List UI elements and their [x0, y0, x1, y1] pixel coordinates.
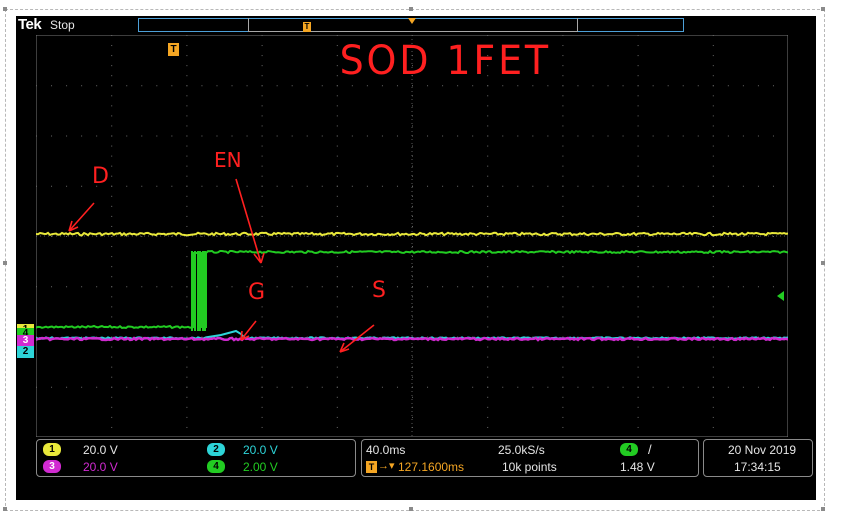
resize-handle-bottom-right[interactable]	[821, 507, 825, 511]
timebase-readout[interactable]: 40.0ms 25.0kS/s 4 / T →▾ 127.1600ms 10k …	[361, 439, 699, 477]
date-time-readout[interactable]: 20 Nov 2019 17:34:15	[703, 439, 813, 477]
channel-2-marker[interactable]: 2	[17, 346, 34, 358]
channel-2-badge: 2	[207, 443, 225, 456]
resize-handle-left[interactable]	[3, 261, 7, 265]
brand-logo: Tek	[18, 16, 42, 33]
resize-handle-bottom[interactable]	[409, 507, 413, 511]
trigger-position-marker[interactable]: T	[168, 43, 179, 56]
annotation-d: D	[92, 164, 109, 189]
resize-handle-bottom-left[interactable]	[3, 507, 7, 511]
trigger-delay-icon: T	[366, 461, 377, 473]
arrow-g	[240, 320, 257, 341]
annotation-s: S	[372, 278, 386, 303]
record-trigger-marker: T	[303, 22, 311, 32]
oscilloscope-screen: Tek Stop T T 4 3 2 SOD 1FET EN D G S 1 2…	[16, 16, 816, 500]
resize-handle-top-right[interactable]	[821, 7, 825, 11]
time-per-division: 40.0ms	[366, 443, 406, 457]
time: 17:34:15	[734, 460, 781, 474]
trigger-delay-arrow-icon: →▾	[378, 460, 395, 472]
trigger-level: 1.48 V	[620, 460, 655, 474]
acquisition-state: Stop	[50, 18, 75, 32]
channel-scale-readout[interactable]: 1 20.0 V 2 20.0 V 3 20.0 V 4 2.00 V	[36, 439, 356, 477]
trigger-source-badge: 4	[620, 443, 638, 456]
trigger-slope-icon: /	[648, 442, 652, 457]
resize-handle-right[interactable]	[821, 261, 825, 265]
channel-2-scale: 20.0 V	[243, 443, 278, 457]
channel-1-waveform	[36, 231, 788, 237]
trigger-delay: 127.1600ms	[398, 460, 465, 474]
channel-3-badge: 3	[43, 460, 61, 473]
status-bar: Tek Stop T	[16, 16, 816, 34]
readout-bar: 1 20.0 V 2 20.0 V 3 20.0 V 4 2.00 V 40.0…	[16, 437, 816, 480]
annotation-arrows	[68, 178, 375, 353]
channel-4-scale: 2.00 V	[243, 460, 278, 474]
annotation-en: EN	[214, 148, 242, 172]
annotation-title: SOD 1FET	[339, 38, 551, 84]
arrow-d	[68, 202, 95, 232]
waveform-graticule	[36, 35, 788, 437]
resize-handle-top-left[interactable]	[3, 7, 7, 11]
record-length: 10k points	[502, 460, 557, 474]
trigger-level-marker[interactable]	[777, 291, 784, 301]
resize-handle-top[interactable]	[409, 7, 413, 11]
channel-3-waveform	[36, 336, 788, 342]
channel-1-badge: 1	[43, 443, 61, 456]
channel-1-scale: 20.0 V	[83, 443, 118, 457]
annotation-g: G	[248, 280, 266, 305]
date: 20 Nov 2019	[728, 443, 797, 457]
sample-rate: 25.0kS/s	[498, 443, 545, 457]
channel-4-badge: 4	[207, 460, 225, 473]
expansion-point-marker	[408, 18, 416, 24]
channel-3-scale: 20.0 V	[83, 460, 118, 474]
